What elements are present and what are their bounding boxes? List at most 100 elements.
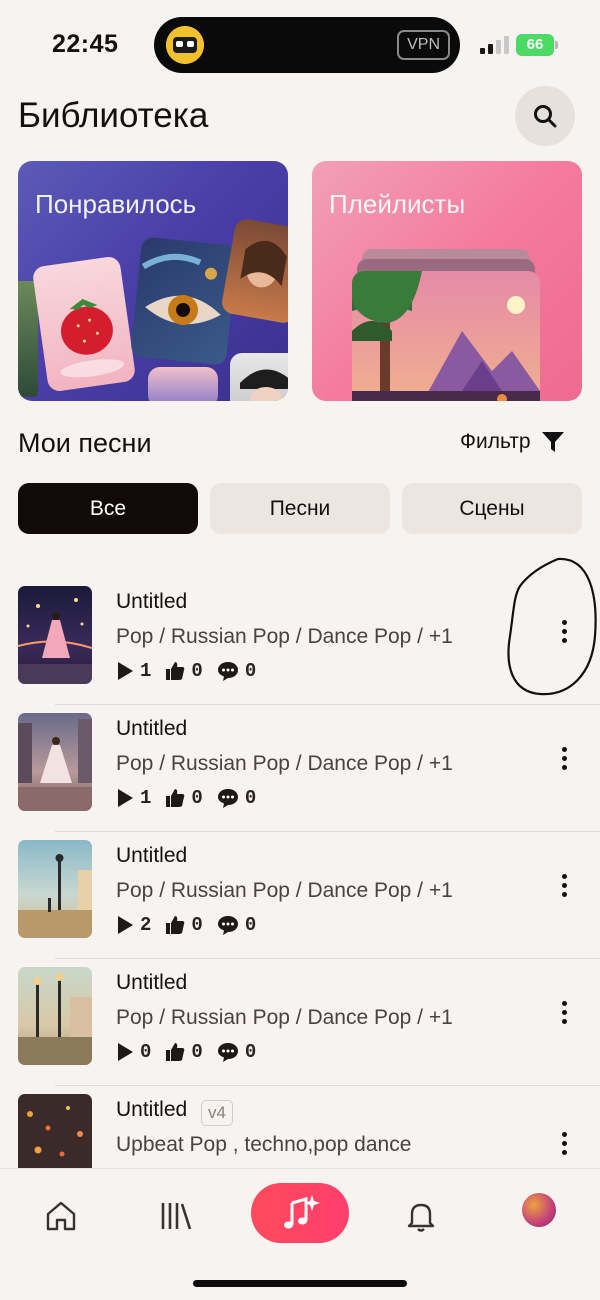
song-genres: Upbeat Pop , techno,pop dance [116, 1133, 412, 1156]
song-genres: Pop / Russian Pop / Dance Pop / +1 [116, 625, 453, 648]
likes-stat: 0 [165, 1041, 203, 1063]
filter-button[interactable]: Фильтр [460, 430, 565, 454]
thumbs-up-icon [166, 662, 185, 680]
comments-count: 0 [244, 660, 257, 682]
song-title: Untitled [116, 1098, 188, 1121]
home-icon [46, 1201, 76, 1231]
filter-label: Фильтр [460, 430, 531, 453]
thumbs-up-icon [166, 1043, 185, 1061]
tab-songs[interactable]: Песни [210, 483, 390, 534]
liked-cover-sunset [148, 367, 218, 401]
liked-cover-strawberry [31, 255, 137, 393]
tab-songs-label: Песни [269, 496, 331, 520]
comment-icon [217, 789, 238, 808]
song-row[interactable]: Untitled Pop / Russian Pop / Dance Pop /… [0, 705, 600, 832]
more-options-button[interactable] [552, 1126, 576, 1160]
status-bar: 22:45 VPN 66 [0, 0, 600, 80]
nav-home[interactable] [31, 1193, 91, 1239]
song-row[interactable]: Untitled Pop / Russian Pop / Dance Pop /… [0, 959, 600, 1086]
create-music-button[interactable] [251, 1183, 349, 1243]
likes-count: 0 [191, 660, 203, 682]
plays-stat: 1 [116, 787, 151, 809]
battery-indicator: 66 [516, 34, 558, 56]
song-stats: 1 0 0 [116, 660, 270, 682]
version-badge: v4 [201, 1100, 233, 1126]
song-title: Untitled [116, 717, 188, 740]
comments-count: 0 [244, 914, 257, 936]
create-music-icon [284, 1195, 320, 1229]
comments-stat: 0 [217, 787, 256, 809]
signal-icon [480, 36, 509, 54]
plays-stat: 1 [116, 660, 151, 682]
nav-notifications[interactable] [391, 1193, 451, 1239]
song-genres: Pop / Russian Pop / Dance Pop / +1 [116, 1006, 453, 1029]
liked-cover-portrait [220, 217, 288, 325]
tab-scenes-label: Сцены [459, 496, 525, 520]
song-genres: Pop / Russian Pop / Dance Pop / +1 [116, 752, 453, 775]
playlists-card[interactable]: Плейлисты [312, 161, 582, 401]
profile-avatar[interactable] [522, 1193, 556, 1227]
comments-count: 0 [244, 1041, 257, 1063]
plays-count: 0 [140, 1041, 152, 1063]
likes-count: 0 [191, 914, 203, 936]
play-icon [118, 789, 133, 807]
play-icon [118, 1043, 133, 1061]
more-options-button[interactable] [552, 868, 576, 902]
song-stats: 0 0 0 [116, 1041, 270, 1063]
vpn-badge: VPN [397, 30, 450, 60]
plays-stat: 2 [116, 914, 151, 936]
page-title: Библиотека [18, 96, 209, 135]
section-title: Мои песни [18, 428, 152, 458]
plays-stat: 0 [116, 1041, 151, 1063]
comment-icon [217, 916, 238, 935]
tab-scenes[interactable]: Сцены [402, 483, 582, 534]
song-stats: 1 0 0 [116, 787, 270, 809]
plays-count: 1 [140, 660, 152, 682]
likes-count: 0 [191, 787, 203, 809]
likes-count: 0 [191, 1041, 203, 1063]
app-icon [166, 26, 204, 64]
song-cover [18, 713, 92, 811]
home-indicator [193, 1280, 407, 1287]
song-cover [18, 586, 92, 684]
plays-count: 2 [140, 914, 152, 936]
song-stats: 2 0 0 [116, 914, 270, 936]
more-options-button[interactable] [552, 741, 576, 775]
likes-stat: 0 [165, 787, 203, 809]
thumbs-up-icon [166, 789, 185, 807]
song-title: Untitled [116, 844, 188, 867]
filter-icon [541, 432, 564, 452]
play-icon [118, 916, 133, 934]
plays-count: 1 [140, 787, 152, 809]
status-time: 22:45 [52, 30, 119, 58]
song-cover [18, 967, 92, 1065]
tab-all-label: Все [89, 496, 127, 520]
playlist-cover [352, 271, 540, 401]
song-title: Untitled [116, 971, 188, 994]
library-icon [161, 1203, 192, 1230]
nav-library[interactable] [146, 1193, 206, 1239]
bell-icon [407, 1203, 435, 1232]
song-title: Untitled [116, 590, 188, 613]
liked-card[interactable]: Понравилось [18, 161, 288, 401]
playlists-card-label: Плейлисты [329, 189, 466, 219]
liked-card-label: Понравилось [35, 189, 197, 219]
comments-stat: 0 [217, 660, 256, 682]
search-button[interactable] [515, 86, 575, 146]
thumbs-up-icon [166, 916, 185, 934]
play-icon [118, 662, 133, 680]
song-genres: Pop / Russian Pop / Dance Pop / +1 [116, 879, 453, 902]
liked-cover-hat [230, 353, 288, 401]
likes-stat: 0 [165, 914, 203, 936]
tab-all[interactable]: Все [18, 483, 198, 534]
comment-icon [217, 662, 238, 681]
more-options-button[interactable] [552, 995, 576, 1029]
dynamic-island: VPN [154, 17, 460, 73]
song-row[interactable]: Untitled Pop / Russian Pop / Dance Pop /… [0, 578, 600, 705]
likes-stat: 0 [165, 660, 203, 682]
song-cover [18, 840, 92, 938]
search-icon [534, 105, 557, 128]
song-row[interactable]: Untitled Pop / Russian Pop / Dance Pop /… [0, 832, 600, 959]
more-options-button[interactable] [552, 614, 576, 648]
comment-icon [217, 1043, 238, 1062]
